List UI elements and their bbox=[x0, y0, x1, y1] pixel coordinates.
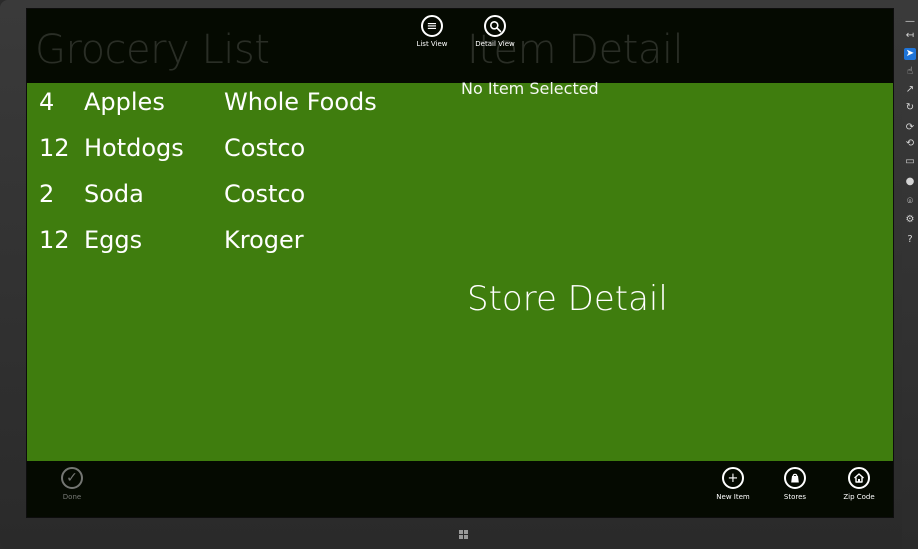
store-name: Costco bbox=[224, 180, 306, 208]
rotate-icon[interactable]: ↻ bbox=[904, 102, 916, 114]
stores-label: Stores bbox=[783, 493, 807, 501]
simulator-tool-rail: — ↤ ➤ ☝ ↗ ↻ ⟳ ⟲ ▭ ● ⌾ ⚙ ? bbox=[902, 0, 918, 549]
bag-icon bbox=[784, 467, 806, 489]
store-name: Whole Foods bbox=[224, 88, 377, 116]
home-icon bbox=[848, 467, 870, 489]
detail-view-label: Detail View bbox=[475, 40, 515, 48]
list-icon: ≡ bbox=[421, 15, 443, 37]
windows-logo-tile bbox=[459, 535, 463, 539]
done-button[interactable]: ✓ Done bbox=[55, 467, 89, 501]
item-name: Hotdogs bbox=[84, 134, 184, 162]
camera-icon[interactable]: ⌾ bbox=[904, 196, 916, 208]
store-name: Kroger bbox=[224, 226, 304, 254]
device-frame: Grocery List Item Detail ≡ List View Det… bbox=[0, 0, 918, 549]
zip-code-button[interactable]: Zip Code bbox=[829, 467, 889, 501]
grocery-list-title: Grocery List bbox=[35, 27, 270, 73]
top-app-bar: Grocery List Item Detail ≡ List View Det… bbox=[27, 9, 893, 83]
rotate-clockwise-icon[interactable]: ⟳ bbox=[904, 122, 916, 134]
list-item[interactable]: 12 Hotdogs Costco bbox=[39, 125, 419, 171]
item-name: Eggs bbox=[84, 226, 143, 254]
grocery-app: Grocery List Item Detail ≡ List View Det… bbox=[27, 9, 893, 517]
windows-logo-tile bbox=[464, 535, 468, 539]
rotate-counterclockwise-icon[interactable]: ⟲ bbox=[904, 138, 916, 150]
bottom-app-bar: ✓ Done + New Item Stores Zip Code bbox=[27, 461, 893, 517]
windows-logo-tile bbox=[459, 530, 463, 534]
windows-logo-icon[interactable] bbox=[459, 530, 469, 540]
list-item[interactable]: 2 Soda Costco bbox=[39, 171, 419, 217]
display-icon[interactable]: ▭ bbox=[904, 156, 916, 168]
pinch-icon[interactable]: ↗ bbox=[904, 84, 916, 96]
no-item-selected-text: No Item Selected bbox=[461, 79, 599, 98]
item-name: Soda bbox=[84, 180, 144, 208]
grocery-list: 4 Apples Whole Foods 12 Hotdogs Costco 2… bbox=[39, 79, 419, 263]
quantity: 2 bbox=[39, 180, 55, 208]
back-icon[interactable]: ↤ bbox=[904, 30, 916, 42]
record-icon[interactable]: ● bbox=[904, 176, 916, 188]
new-item-button[interactable]: + New Item bbox=[703, 467, 763, 501]
hand-icon[interactable]: ☝ bbox=[904, 66, 916, 78]
done-label: Done bbox=[62, 493, 82, 501]
quantity: 12 bbox=[39, 134, 70, 162]
quantity: 4 bbox=[39, 88, 55, 116]
zip-code-label: Zip Code bbox=[843, 493, 875, 501]
settings-icon[interactable]: ⚙ bbox=[904, 214, 916, 226]
new-item-label: New Item bbox=[716, 493, 750, 501]
quantity: 12 bbox=[39, 226, 70, 254]
item-name: Apples bbox=[84, 88, 165, 116]
detail-view-button[interactable]: Detail View bbox=[468, 13, 522, 79]
list-view-button[interactable]: ≡ List View bbox=[405, 13, 459, 79]
list-item[interactable]: 12 Eggs Kroger bbox=[39, 217, 419, 263]
list-item[interactable]: 4 Apples Whole Foods bbox=[39, 79, 419, 125]
store-detail-heading: Store Detail bbox=[467, 279, 668, 319]
store-name: Costco bbox=[224, 134, 306, 162]
stores-button[interactable]: Stores bbox=[765, 467, 825, 501]
plus-icon: + bbox=[722, 467, 744, 489]
help-icon[interactable]: ? bbox=[904, 234, 916, 246]
pointer-icon[interactable]: ➤ bbox=[904, 48, 916, 60]
list-view-label: List View bbox=[416, 40, 448, 48]
search-icon bbox=[484, 15, 506, 37]
windows-logo-tile bbox=[464, 530, 468, 534]
app-screen: Grocery List Item Detail ≡ List View Det… bbox=[26, 8, 894, 518]
check-icon: ✓ bbox=[61, 467, 83, 489]
minimize-icon[interactable]: — bbox=[904, 16, 916, 28]
